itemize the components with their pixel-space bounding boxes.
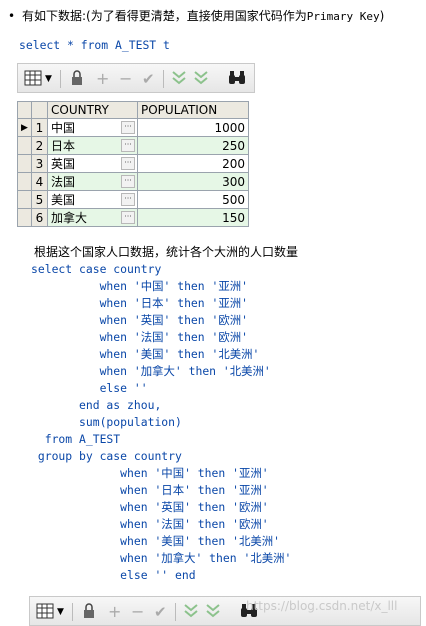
cell-country[interactable]: 加拿大 ··· xyxy=(47,208,138,227)
delete-row-icon[interactable]: − xyxy=(119,70,132,88)
row-number: 6 xyxy=(31,208,48,227)
row-number: 4 xyxy=(31,172,48,191)
cell-country-value: 英国 xyxy=(51,157,76,171)
lock-icon[interactable] xyxy=(70,70,84,88)
ellipsis-button[interactable]: ··· xyxy=(121,175,135,188)
ellipsis-button[interactable]: ··· xyxy=(121,139,135,152)
sql-line: when '美国' then '北美洲' xyxy=(31,347,260,361)
sql-line: when '英国' then '欧洲' xyxy=(31,313,249,327)
cell-country-value: 法国 xyxy=(51,175,76,189)
cell-population[interactable]: 250 xyxy=(137,136,249,155)
bullet: • xyxy=(8,9,16,23)
sql-line: when '日本' then '亚洲' xyxy=(31,483,269,497)
sql-line: when '英国' then '欧洲' xyxy=(31,500,269,514)
table-row[interactable]: 2 日本 ··· 250 xyxy=(17,136,249,155)
delete-row-icon[interactable]: − xyxy=(131,603,144,621)
sql-query-2: select case country when '中国' then '亚洲' … xyxy=(31,261,291,584)
table-row[interactable]: 3 英国 ··· 200 xyxy=(17,154,249,173)
ellipsis-button[interactable]: ··· xyxy=(121,157,135,170)
table-row[interactable]: 6 加拿大 ··· 150 xyxy=(17,208,249,227)
result-grid: COUNTRY POPULATION ▶ 1 中国 ··· 1000 2 日本 ··· 250 3… xyxy=(17,101,249,227)
result-toolbar: ▼ + − ✔ xyxy=(17,63,255,93)
row-indicator xyxy=(17,172,32,191)
cell-population[interactable]: 500 xyxy=(137,190,249,209)
cell-population[interactable]: 150 xyxy=(137,208,249,227)
cell-country-value: 日本 xyxy=(51,139,76,153)
post-changes-icon[interactable]: ✔ xyxy=(154,603,167,621)
table-row[interactable]: 4 法国 ··· 300 xyxy=(17,172,249,191)
cell-country-value: 加拿大 xyxy=(51,211,88,225)
add-row-icon[interactable]: + xyxy=(96,70,109,88)
sql-line: when '日本' then '亚洲' xyxy=(31,296,249,310)
cell-country[interactable]: 英国 ··· xyxy=(47,154,138,173)
last-record-icon[interactable] xyxy=(206,603,220,621)
row-indicator xyxy=(17,208,32,227)
ellipsis-button[interactable]: ··· xyxy=(121,193,135,206)
grid-view-icon[interactable] xyxy=(36,603,54,621)
grid-corner-num xyxy=(31,101,48,119)
description-text: 根据这个国家人口数据，统计各个大洲的人口数量 xyxy=(34,245,299,259)
dropdown-arrow-icon[interactable]: ▼ xyxy=(57,603,64,621)
dropdown-arrow-icon[interactable]: ▼ xyxy=(45,70,52,88)
sql-line: when '法国' then '欧洲' xyxy=(31,517,269,531)
cell-population[interactable]: 1000 xyxy=(137,118,249,137)
intro-suffix: ) xyxy=(379,9,385,23)
cell-population[interactable]: 300 xyxy=(137,172,249,191)
sql-line: end as zhou, xyxy=(31,398,162,412)
row-number: 2 xyxy=(31,136,48,155)
sql-line: from A_TEST xyxy=(31,432,121,446)
cell-country[interactable]: 日本 ··· xyxy=(47,136,138,155)
table-row[interactable]: 5 美国 ··· 500 xyxy=(17,190,249,209)
sql-line: group by case country xyxy=(31,449,182,463)
cell-population[interactable]: 200 xyxy=(137,154,249,173)
cell-country-value: 中国 xyxy=(51,121,76,135)
cell-country[interactable]: 美国 ··· xyxy=(47,190,138,209)
sql-line: when '法国' then '欧洲' xyxy=(31,330,249,344)
cell-country[interactable]: 中国 ··· xyxy=(47,118,138,137)
row-number: 3 xyxy=(31,154,48,173)
row-indicator xyxy=(17,136,32,155)
sql-line: else '' xyxy=(31,381,148,395)
last-record-icon[interactable] xyxy=(194,70,208,88)
row-number: 1 xyxy=(31,118,48,137)
post-changes-icon[interactable]: ✔ xyxy=(142,70,155,88)
watermark: https://blog.csdn.net/x_lll xyxy=(246,599,398,613)
grid-corner xyxy=(17,101,32,119)
row-indicator xyxy=(17,154,32,173)
intro-text: 有如下数据:(为了看得更清楚，直接使用国家代码作为Primary Key) xyxy=(22,7,384,24)
intro-primary-key: Primary Key xyxy=(306,10,380,23)
ellipsis-button[interactable]: ··· xyxy=(121,121,135,134)
sql-line: when '中国' then '亚洲' xyxy=(31,279,249,293)
row-indicator: ▶ xyxy=(17,118,32,137)
sql-line: when '美国' then '北美洲' xyxy=(31,534,280,548)
find-icon[interactable] xyxy=(228,70,246,88)
first-record-icon[interactable] xyxy=(184,603,198,621)
row-indicator xyxy=(17,190,32,209)
row-number: 5 xyxy=(31,190,48,209)
table-row[interactable]: ▶ 1 中国 ··· 1000 xyxy=(17,118,249,137)
column-header-population[interactable]: POPULATION xyxy=(137,101,249,119)
cell-country-value: 美国 xyxy=(51,193,76,207)
sql-line: when '加拿大' then '北美洲' xyxy=(31,551,292,565)
grid-view-icon[interactable] xyxy=(24,70,42,88)
sql-line: when '中国' then '亚洲' xyxy=(31,466,269,480)
first-record-icon[interactable] xyxy=(172,70,186,88)
sql-line: when '加拿大' then '北美洲' xyxy=(31,364,271,378)
ellipsis-button[interactable]: ··· xyxy=(121,211,135,224)
column-header-country[interactable]: COUNTRY xyxy=(47,101,138,119)
sql-line: sum(population) xyxy=(31,415,182,429)
sql-line: else '' end xyxy=(31,568,196,582)
cell-country[interactable]: 法国 ··· xyxy=(47,172,138,191)
add-row-icon[interactable]: + xyxy=(108,603,121,621)
lock-icon[interactable] xyxy=(82,603,96,621)
intro-prefix: 有如下数据:(为了看得更清楚，直接使用国家代码作为 xyxy=(22,9,307,23)
sql-query-1: select * from A_TEST t xyxy=(19,38,170,52)
sql-line: select case country xyxy=(31,262,162,276)
